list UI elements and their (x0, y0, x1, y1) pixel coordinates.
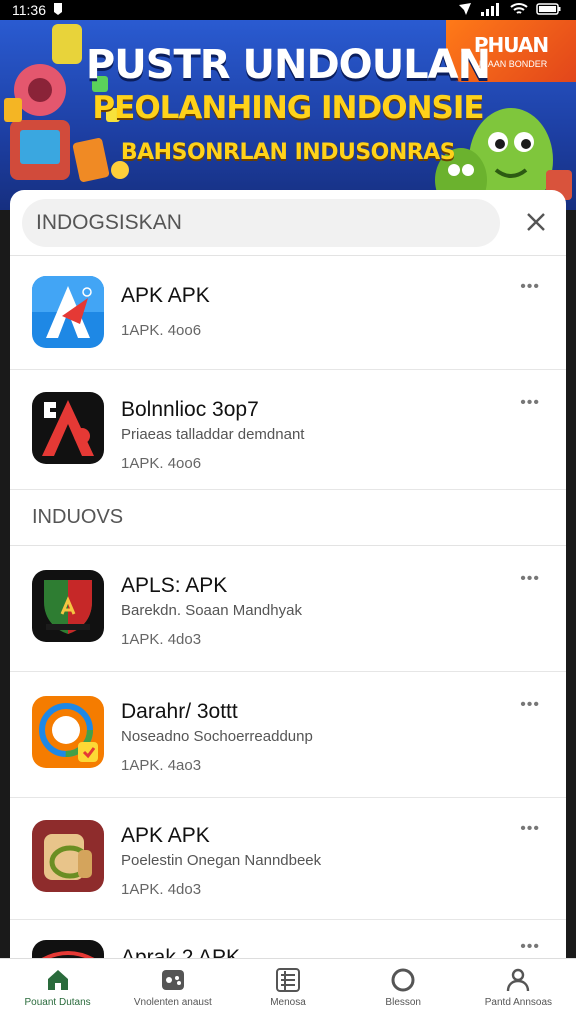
list-item[interactable]: APK APK 1APK. 4oo6 ••• (10, 256, 566, 370)
wifi-icon (510, 2, 528, 19)
nav-label: Pouant Dutans (24, 997, 91, 1008)
list-icon (275, 967, 301, 993)
promo-banner[interactable]: PHUAN URAAN BONDER PUSTR UNDOULAN PEOLAN… (0, 20, 576, 210)
more-options-button[interactable]: ••• (520, 278, 540, 296)
gamepad-icon (160, 967, 186, 993)
more-options-button[interactable]: ••• (520, 696, 540, 714)
status-bar: 11:36 (0, 0, 576, 20)
search-row: INDOGSISKAN (10, 190, 566, 256)
app-screen: 11:36 PHUAN URAAN BONDER PUSTR UNDOULAN … (0, 0, 576, 1024)
nav-item-menu[interactable]: Menosa (230, 959, 345, 1024)
more-icon: ••• (520, 820, 540, 837)
dark-app-icon (32, 940, 104, 960)
app-description: Noseadno Sochoerreaddunp (121, 728, 313, 745)
app-meta: 1APK. 4oo6 (121, 455, 202, 472)
app-info: Darahr/ 3ottt Noseadno Sochoerreaddunp 1… (121, 696, 313, 774)
app-name: APK APK (121, 824, 210, 847)
location-icon (458, 2, 472, 19)
list-item[interactable]: Bolnnlioc 3op7 Priaeas talladdar demdnan… (10, 370, 566, 490)
status-time: 11:36 (12, 2, 46, 18)
banner-tagline: BAHSONRLAN INDUSONRAS (120, 140, 456, 165)
search-input[interactable]: INDOGSISKAN (22, 198, 500, 247)
more-options-button[interactable]: ••• (520, 938, 540, 956)
app-info: APK APK 1APK. 4oo6 (121, 276, 210, 339)
more-icon: ••• (520, 938, 540, 955)
nav-label: Pantd Annsoas (484, 997, 553, 1008)
app-name: Darahr/ 3ottt (121, 700, 238, 723)
app-name: APK APK (121, 284, 210, 307)
notification-icon (52, 2, 64, 19)
app-name: APLS: APK (121, 574, 228, 597)
list-item[interactable]: APK APK Poelestin Onegan Nanndbeek 1APK.… (10, 798, 566, 920)
compass-icon (390, 967, 416, 993)
app-meta: 1APK. 4oo6 (121, 322, 202, 339)
person-icon (505, 967, 531, 993)
more-options-button[interactable]: ••• (520, 570, 540, 588)
red-a-app-icon (32, 392, 104, 464)
status-left: 11:36 (12, 2, 64, 19)
app-info: APK APK Poelestin Onegan Nanndbeek 1APK.… (121, 820, 321, 898)
battery-icon (536, 2, 562, 19)
nav-label: Vnolenten anaust (133, 997, 212, 1008)
more-icon: ••• (520, 570, 540, 587)
app-info: Bolnnlioc 3op7 Priaeas talladdar demdnan… (121, 392, 304, 472)
section-header: INDUOVS (10, 490, 566, 546)
app-info: Aprak 2 APK (121, 940, 240, 960)
more-options-button[interactable]: ••• (520, 394, 540, 412)
scroll-app-icon (32, 820, 104, 892)
app-description: Poelestin Onegan Nanndbeek (121, 852, 322, 869)
more-icon: ••• (520, 278, 540, 295)
more-icon: ••• (520, 696, 540, 713)
app-info: APLS: APK Barekdn. Soaan Mandhyak 1APK. … (121, 570, 302, 648)
close-icon (526, 206, 546, 240)
bottom-navigation: Pouant Dutans Vnolenten anaust Menosa Bl… (0, 958, 576, 1024)
signal-icon (480, 2, 502, 19)
home-icon (45, 967, 71, 993)
status-right (458, 2, 562, 19)
app-name: Bolnnlioc 3op7 (121, 398, 259, 421)
banner-headline: PUSTR UNDOULAN (85, 42, 491, 88)
nav-item-games[interactable]: Vnolenten anaust (115, 959, 230, 1024)
nav-label: Blesson (385, 997, 421, 1008)
search-results-sheet: INDOGSISKAN APK APK 1APK. 4oo6 ••• Bolnn… (10, 190, 566, 960)
shield-app-icon (32, 570, 104, 642)
arrow-a-app-icon (32, 276, 104, 348)
nav-label: Menosa (270, 997, 306, 1008)
more-options-button[interactable]: ••• (520, 820, 540, 838)
nav-item-explore[interactable]: Blesson (346, 959, 461, 1024)
app-meta: 1APK. 4do3 (121, 881, 202, 898)
more-icon: ••• (520, 394, 540, 411)
app-meta: 1APK. 4do3 (121, 631, 202, 648)
list-item[interactable]: Darahr/ 3ottt Noseadno Sochoerreaddunp 1… (10, 672, 566, 798)
close-button[interactable] (520, 207, 552, 239)
app-meta: 1APK. 4ao3 (121, 757, 202, 774)
app-description: Priaeas talladdar demdnant (121, 426, 305, 443)
list-item[interactable]: Aprak 2 APK ••• (10, 920, 566, 960)
nav-item-home[interactable]: Pouant Dutans (0, 959, 115, 1024)
list-item[interactable]: APLS: APK Barekdn. Soaan Mandhyak 1APK. … (10, 546, 566, 672)
search-query: INDOGSISKAN (36, 210, 182, 234)
ring-app-icon (32, 696, 104, 768)
app-description: Barekdn. Soaan Mandhyak (121, 602, 302, 619)
banner-subheadline: PEOLANHING INDONSIE (92, 90, 484, 126)
nav-item-profile[interactable]: Pantd Annsoas (461, 959, 576, 1024)
